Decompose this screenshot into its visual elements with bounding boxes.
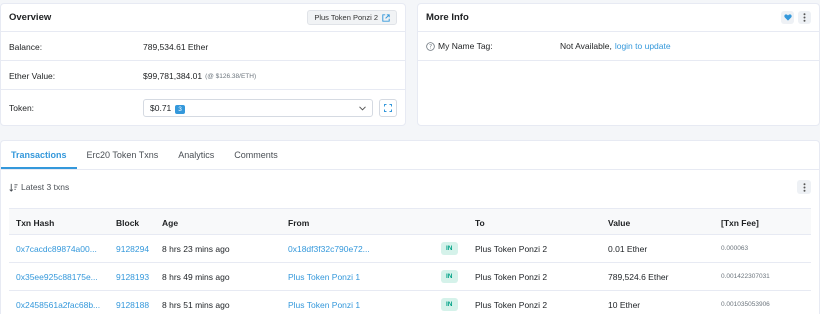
col-txn-hash: Txn Hash <box>16 218 55 228</box>
name-tag-value: Not Available, <box>560 41 612 51</box>
tab-bar: Transactions Erc20 Token Txns Analytics … <box>1 141 819 170</box>
txns-summary: Latest 3 txns <box>9 182 69 192</box>
block-link[interactable]: 9128188 <box>116 300 149 310</box>
balance-value: 789,534.61 Ether <box>143 42 209 52</box>
from-link[interactable]: 0x18df3f32c790e72... <box>288 244 370 254</box>
balance-row: Balance: 789,534.61 Ether <box>9 42 397 52</box>
tab-comments[interactable]: Comments <box>224 150 288 169</box>
help-circle-icon: ? <box>426 41 435 51</box>
overview-header: Overview Plus Token Ponzi 2 <box>1 4 405 32</box>
col-to: To <box>475 218 485 228</box>
table-options-button[interactable] <box>797 180 811 194</box>
col-block: Block <box>116 218 140 228</box>
block-link[interactable]: 9128294 <box>116 244 149 254</box>
to-address: Plus Token Ponzi 2 <box>475 300 548 310</box>
ether-value-label: Ether Value: <box>9 71 56 81</box>
token-label: Token: <box>9 103 35 113</box>
txn-hash-link[interactable]: 0x35ee925c88175e... <box>16 272 98 282</box>
token-dropdown[interactable]: $0.71 3 <box>143 99 373 117</box>
expand-button[interactable] <box>379 99 397 117</box>
svg-text:?: ? <box>429 44 432 50</box>
kebab-icon <box>803 13 806 22</box>
txn-fee: 0.001035053906 <box>721 301 770 308</box>
txn-age: 8 hrs 51 mins ago <box>162 300 230 310</box>
more-info-card: More Info ? My Name Tag: Not Available, … <box>417 3 820 126</box>
txn-value: 10 Ether <box>608 300 641 310</box>
favorite-button[interactable] <box>781 11 794 24</box>
from-link[interactable]: Plus Token Ponzi 1 <box>288 300 360 310</box>
col-age[interactable]: Age <box>162 218 178 228</box>
name-tag-pill[interactable]: Plus Token Ponzi 2 <box>307 10 397 25</box>
name-tag-label: My Name Tag: <box>438 41 493 51</box>
table-row: 0x2458561a2fac68b... 9128188 8 hrs 51 mi… <box>9 291 811 314</box>
token-row: Token: $0.71 3 <box>9 99 397 117</box>
block-link[interactable]: 9128193 <box>116 272 149 282</box>
more-options-button[interactable] <box>798 11 811 24</box>
col-value: Value <box>608 218 631 228</box>
direction-badge: IN <box>441 270 458 283</box>
more-info-title: More Info <box>426 12 469 23</box>
ether-value: $99,781,384.01 <box>143 71 203 81</box>
more-info-header: More Info <box>418 4 819 32</box>
transactions-card: Transactions Erc20 Token Txns Analytics … <box>0 140 820 314</box>
external-link-icon <box>382 13 390 22</box>
name-tag-row: ? My Name Tag: Not Available, login to u… <box>426 41 811 51</box>
overview-card: Overview Plus Token Ponzi 2 Balance: 789… <box>0 3 406 126</box>
balance-label: Balance: <box>9 42 43 52</box>
ether-value-row: Ether Value: $99,781,384.01 (@ $126.38/E… <box>9 71 397 81</box>
chevron-down-icon <box>359 105 366 111</box>
from-link[interactable]: Plus Token Ponzi 1 <box>288 272 360 282</box>
login-link[interactable]: login to update <box>615 41 671 51</box>
col-from: From <box>288 218 310 228</box>
tab-analytics[interactable]: Analytics <box>168 150 224 169</box>
to-address: Plus Token Ponzi 2 <box>475 272 548 282</box>
txn-age: 8 hrs 23 mins ago <box>162 244 230 254</box>
tab-erc20-token-txns[interactable]: Erc20 Token Txns <box>77 150 169 169</box>
txn-fee: 0.001422307031 <box>721 273 770 280</box>
heart-icon <box>783 14 792 21</box>
name-tag-label: Plus Token Ponzi 2 <box>314 13 378 22</box>
kebab-icon <box>803 182 805 192</box>
overview-title: Overview <box>9 12 52 23</box>
txn-hash-link[interactable]: 0x7cacdc89874a00... <box>16 244 97 254</box>
txn-fee: 0.000063 <box>721 245 749 252</box>
table-header: Txn Hash Block Age From To Value [Txn Fe… <box>9 208 811 235</box>
expand-icon <box>384 104 392 112</box>
txn-hash-link[interactable]: 0x2458561a2fac68b... <box>16 300 100 310</box>
sort-icon <box>9 183 18 192</box>
token-count-badge: 3 <box>175 105 185 114</box>
txn-age: 8 hrs 49 mins ago <box>162 272 230 282</box>
table-row: 0x7cacdc89874a00... 9128294 8 hrs 23 min… <box>9 235 811 263</box>
direction-badge: IN <box>441 242 458 255</box>
direction-badge: IN <box>441 298 458 311</box>
ether-price: (@ $126.38/ETH) <box>205 72 257 80</box>
tab-transactions[interactable]: Transactions <box>1 150 77 169</box>
table-row: 0x35ee925c88175e... 9128193 8 hrs 49 min… <box>9 263 811 291</box>
col-txn-fee[interactable]: [Txn Fee] <box>721 218 759 228</box>
to-address: Plus Token Ponzi 2 <box>475 244 548 254</box>
token-value: $0.71 <box>150 103 172 113</box>
txn-value: 0.01 Ether <box>608 244 648 254</box>
txn-value: 789,524.6 Ether <box>608 272 669 282</box>
txns-summary-text: Latest 3 txns <box>21 182 70 192</box>
